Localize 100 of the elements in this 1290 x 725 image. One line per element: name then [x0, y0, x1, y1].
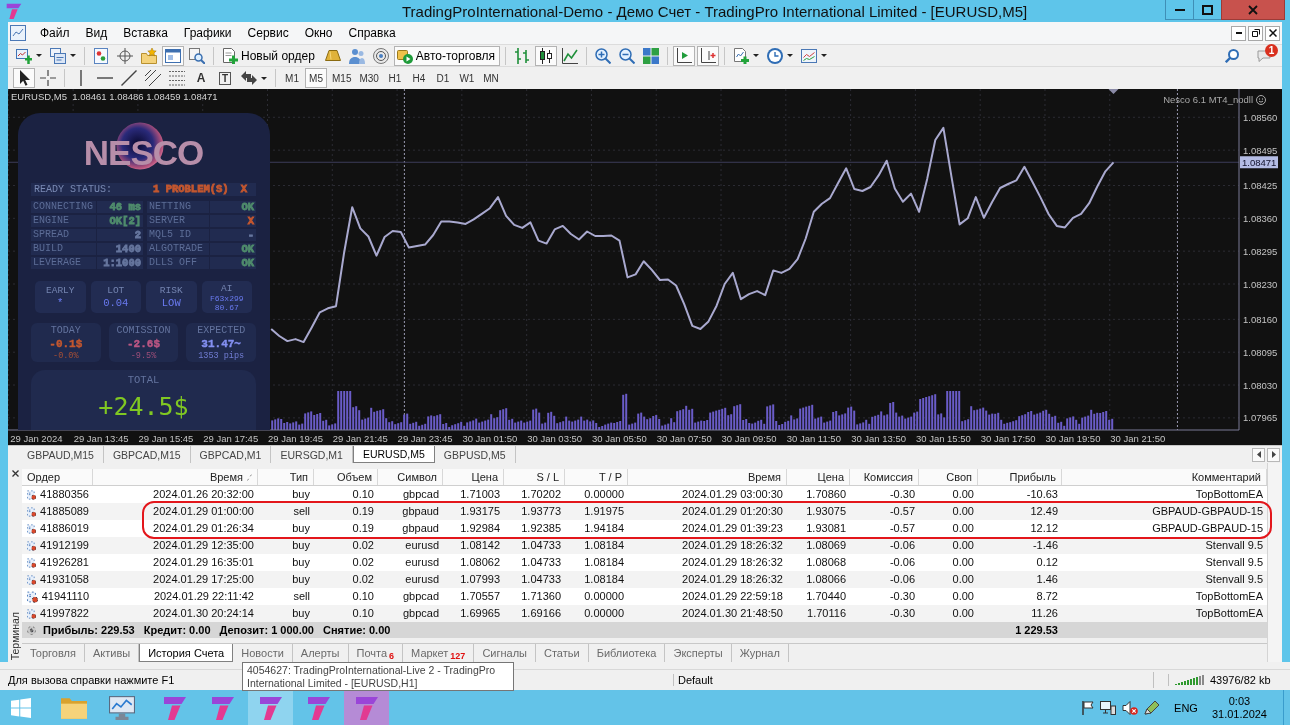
new-order-button[interactable]: Новый ордер	[219, 45, 320, 66]
table-cell-text: 1.91975	[583, 504, 625, 519]
candlestick-button[interactable]	[535, 45, 558, 66]
table-cell-text: 41926281	[40, 555, 89, 570]
menu-item[interactable]: Справка	[340, 24, 404, 42]
table-cell-text: 0.02	[351, 538, 375, 553]
panel-window-icon	[165, 47, 181, 64]
order-icon	[27, 488, 37, 501]
table-cell-text: 0.10	[351, 589, 375, 604]
table-cell-text: Stenvall 9.5	[1204, 572, 1264, 587]
table-cell-text: eurusd	[404, 572, 440, 587]
timeframe-button[interactable]: M30	[356, 68, 382, 88]
folder-star-icon	[141, 47, 157, 64]
table-cell-text: 1.08184	[583, 572, 625, 587]
terminal-tab[interactable]: История Счета	[139, 644, 234, 662]
minimize-button[interactable]	[1165, 0, 1194, 20]
auto-scroll-button[interactable]	[673, 45, 696, 66]
terminal-button[interactable]	[162, 45, 184, 66]
pencil-icon[interactable]	[1144, 700, 1161, 715]
auto-trading-button[interactable]: Авто-торговля	[393, 45, 501, 66]
timeframe-button[interactable]: M1	[281, 68, 303, 88]
table-cell-text: gbpcad	[401, 487, 440, 502]
cursor-tool-button[interactable]	[13, 68, 35, 88]
minimize-button[interactable]	[1231, 25, 1246, 41]
restore-button[interactable]	[1248, 25, 1263, 41]
profiles-button[interactable]	[47, 45, 79, 66]
table-cell-text: 1.69965	[459, 606, 501, 621]
traffic-text: 43976/82 kb	[1210, 673, 1271, 686]
menu-item[interactable]: Графики	[175, 24, 240, 42]
column-header[interactable]: S / L	[504, 469, 565, 485]
table-cell-text: 1.08184	[583, 555, 625, 570]
timeframe-button[interactable]: MN	[479, 68, 502, 88]
timeframe-button[interactable]: M5	[305, 68, 327, 88]
table-cell-text: 41997822	[40, 606, 89, 621]
clock-icon	[767, 47, 784, 64]
table-cell-text: 1.70557	[459, 589, 501, 604]
table-cell-text: 1.70440	[805, 589, 847, 604]
monitor-chart-icon	[108, 695, 135, 720]
data-window-button[interactable]	[114, 45, 136, 66]
time-axis-label: 29 Jan 23:45	[397, 433, 453, 444]
column-header[interactable]: Своп	[919, 469, 978, 485]
timeframe-button[interactable]: W1	[455, 68, 478, 88]
close-icon	[11, 470, 19, 477]
close-button[interactable]	[1265, 25, 1280, 41]
table-cell-text: 1.70860	[805, 487, 847, 502]
table-cell-text: 1.70116	[806, 606, 847, 621]
timeframe-button[interactable]: H4	[407, 68, 430, 88]
price-axis-label: 1.08295	[1243, 245, 1278, 257]
column-header[interactable]: Время	[628, 469, 787, 485]
scroll-left-button[interactable]	[1252, 447, 1265, 462]
caret-icon	[261, 76, 267, 80]
network-icon[interactable]	[1100, 700, 1117, 715]
tester-button[interactable]	[186, 45, 208, 66]
stat-value: -0.1$	[49, 336, 83, 351]
text-label-button[interactable]: T	[214, 68, 236, 88]
time-axis-label: 30 Jan 03:50	[527, 433, 583, 444]
column-header[interactable]: Комиссия	[850, 469, 919, 485]
scroll-right-button[interactable]	[1267, 447, 1280, 462]
table-cell-text: 0.00	[951, 538, 975, 553]
menu-item[interactable]: Сервис	[239, 24, 297, 42]
fibonacci-button[interactable]	[166, 68, 188, 88]
flag-icon[interactable]	[1082, 700, 1095, 715]
status-value: 1 PROBLEM(S)	[153, 183, 229, 196]
column-header[interactable]: Объем	[314, 469, 378, 485]
taskbar-button[interactable]	[248, 690, 293, 725]
scrollbar[interactable]	[1267, 463, 1282, 662]
column-header[interactable]: Время	[93, 469, 258, 485]
table-cell-text: Stenvall 9.5	[1204, 538, 1264, 553]
table-cell-text: GBPAUD-GBPAUD-15	[1151, 504, 1264, 519]
text-tool-button[interactable]: A	[190, 68, 212, 88]
menu-item[interactable]: Окно	[296, 24, 341, 42]
menu-item[interactable]: Вид	[77, 24, 116, 42]
timeframe-button[interactable]: H1	[383, 68, 406, 88]
column-header[interactable]: Цена	[443, 469, 504, 485]
column-header[interactable]: Цена	[787, 469, 850, 485]
table-cell-text: 1.08069	[805, 538, 847, 553]
table-cell-text: 1.08062	[459, 555, 501, 570]
speaker-muted-icon[interactable]	[1122, 700, 1139, 715]
column-header[interactable]: Символ	[378, 469, 443, 485]
table-cell-text: 0.10	[351, 606, 375, 621]
status-profile: Default	[673, 673, 1153, 686]
column-header[interactable]: Ордер	[22, 469, 93, 485]
chart-shift-button[interactable]	[697, 45, 720, 66]
chart-tab[interactable]: EURUSD,M5	[352, 446, 435, 463]
table-cell-text: 1.08068	[805, 555, 847, 570]
timeframe-button[interactable]: M15	[329, 68, 355, 88]
total-label: TOTAL	[127, 374, 160, 386]
table-cell-text: 1.93773	[520, 504, 562, 519]
summary-text: Прибыль: 229.53	[43, 623, 135, 638]
close-button[interactable]	[9, 468, 21, 479]
order-icon	[27, 522, 37, 535]
timeframe-button[interactable]: D1	[431, 68, 454, 88]
language-indicator[interactable]: ENG	[1174, 701, 1198, 714]
menu-item[interactable]: Файл	[32, 24, 78, 42]
column-header[interactable]: T / P	[565, 469, 628, 485]
column-header[interactable]: Прибыль	[978, 469, 1062, 485]
menu-item[interactable]: Вставка	[115, 24, 176, 42]
column-header[interactable]: Тип	[258, 469, 314, 485]
table-cell-text: 2024.01.29 01:20:30	[681, 504, 784, 519]
table-cell-text: 0.19	[351, 521, 375, 536]
